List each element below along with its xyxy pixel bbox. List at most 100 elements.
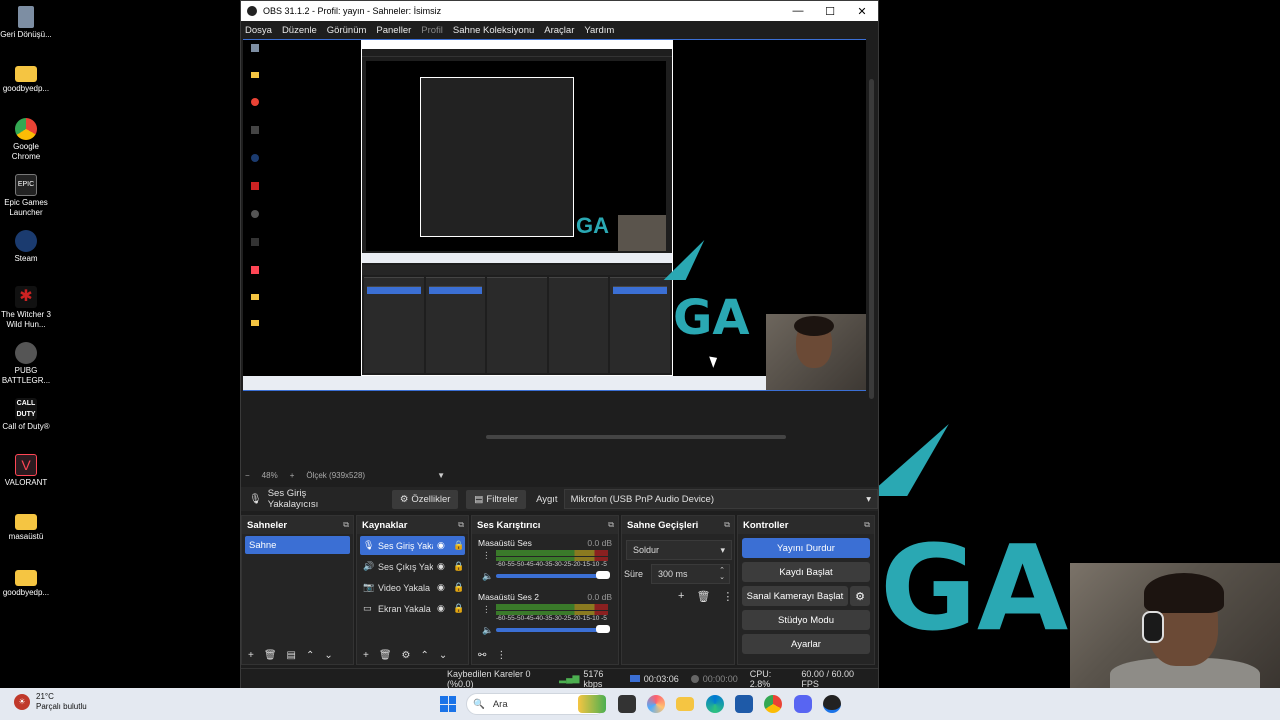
undock-icon[interactable]: ⧉ — [343, 520, 349, 530]
desktop-icon-pubg[interactable]: PUBG BATTLEGR... — [0, 342, 52, 386]
headphone-icon — [1142, 611, 1164, 643]
trash-icon[interactable]: 🗑 — [696, 590, 710, 603]
witcher-icon: ✱ — [15, 286, 37, 308]
undock-icon[interactable]: ⧉ — [458, 520, 464, 530]
scene-item[interactable]: Sahne — [245, 536, 350, 554]
lock-icon[interactable]: 🔒 — [453, 603, 465, 614]
more-icon[interactable]: ⋮ — [722, 590, 733, 603]
weather-widget[interactable]: ☀ 21°C Parçalı bulutlu — [14, 692, 87, 712]
taskbar-task-view-icon[interactable] — [618, 695, 636, 713]
undock-icon[interactable]: ⧉ — [724, 520, 730, 530]
taskbar-edge-icon[interactable] — [706, 695, 724, 713]
preview-horizontal-scrollbar[interactable] — [486, 435, 786, 439]
move-up-icon[interactable]: ⌃ — [421, 650, 429, 661]
start-record-button[interactable]: Kaydı Başlat — [742, 562, 870, 582]
preview-canvas[interactable]: GA GA — [243, 39, 866, 391]
taskbar-discord-icon[interactable] — [794, 695, 812, 713]
settings-button[interactable]: Ayarlar — [742, 634, 870, 654]
weather-condition: Parçalı bulutlu — [36, 702, 87, 711]
duration-stepper[interactable]: 300 ms ⌃ ⌄ — [651, 564, 730, 584]
source-item[interactable]: 🔊 Ses Çıkış Yaka ◉ 🔒 — [360, 557, 465, 576]
source-item[interactable]: ▭ Ekran Yakala ◉ 🔒 — [360, 599, 465, 618]
add-icon[interactable]: + — [678, 590, 684, 603]
add-icon[interactable]: + — [363, 650, 369, 661]
desktop-icon-folder-goodbyedp-2[interactable]: goodbyedp... — [0, 566, 52, 598]
desktop-icon-folder-goodbyedp[interactable]: goodbyedp... — [0, 62, 52, 94]
taskbar-store-icon[interactable] — [735, 695, 753, 713]
speaker-icon: 🔊 — [363, 561, 375, 571]
windows-start-icon[interactable] — [440, 696, 456, 712]
menu-duzenle[interactable]: Düzenle — [282, 25, 317, 36]
taskbar-chrome-icon[interactable] — [764, 695, 782, 713]
lock-icon[interactable]: 🔒 — [453, 561, 465, 572]
source-item[interactable]: 🎙 Ses Giriş Yaka ◉ 🔒 — [360, 536, 465, 555]
menu-sahne-koleksiyonu[interactable]: Sahne Koleksiyonu — [453, 25, 534, 36]
transition-select[interactable]: Soldur ▾ — [626, 540, 732, 560]
eye-icon[interactable]: ◉ — [437, 603, 449, 614]
volume-slider[interactable] — [496, 574, 608, 578]
desktop-icon-recycle-bin[interactable]: Geri Dönüşü... — [0, 6, 52, 40]
undock-icon[interactable]: ⧉ — [864, 520, 870, 530]
filters-button[interactable]: ▤ Filtreler — [466, 489, 527, 509]
desktop-icon-cod[interactable]: CALL DUTY Call of Duty® — [0, 398, 52, 432]
desktop-icon-epic[interactable]: EPIC Epic Games Launcher — [0, 174, 52, 218]
filter-icon[interactable]: ▤ — [287, 650, 296, 661]
transitions-title: Sahne Geçişleri — [627, 519, 699, 531]
lock-icon[interactable]: 🔒 — [453, 582, 465, 593]
lock-icon[interactable]: 🔒 — [453, 540, 465, 551]
selected-source-name: Ses Giriş Yakalayıcısı — [267, 488, 319, 510]
zoom-out-button[interactable]: − — [245, 471, 250, 480]
more-icon[interactable]: ⋮ — [496, 650, 506, 661]
menu-dosya[interactable]: Dosya — [245, 25, 272, 36]
desktop-icon-folder-masaustu[interactable]: masaüstü — [0, 510, 52, 542]
volume-icon[interactable]: 🔈 — [482, 571, 493, 582]
gear-icon[interactable]: ⚙ — [402, 650, 411, 661]
desktop-icon-witcher[interactable]: ✱ The Witcher 3 Wild Hun... — [0, 286, 52, 330]
desktop-icon-steam[interactable]: Steam — [0, 230, 52, 264]
zoom-bar: − 48% + Ölçek (939x528) ▼ — [245, 469, 445, 481]
eye-icon[interactable]: ◉ — [437, 561, 449, 572]
more-icon[interactable]: ⋮ — [482, 550, 491, 561]
virtual-camera-button[interactable]: Sanal Kamerayı Başlat — [742, 586, 848, 606]
eye-icon[interactable]: ◉ — [437, 540, 449, 551]
taskbar-widgets-icon[interactable] — [578, 695, 606, 713]
trash-icon[interactable]: 🗑 — [379, 650, 392, 661]
move-down-icon[interactable]: ⌄ — [324, 650, 332, 661]
more-icon[interactable]: ⋮ — [482, 604, 491, 615]
taskbar-copilot-icon[interactable] — [647, 695, 665, 713]
volume-slider[interactable] — [496, 628, 608, 632]
properties-button[interactable]: ⚙ Özellikler — [391, 489, 459, 509]
add-icon[interactable]: + — [248, 650, 254, 661]
maximize-icon[interactable]: ☐ — [814, 5, 846, 18]
move-up-icon[interactable]: ⌃ — [306, 650, 314, 661]
source-item[interactable]: 📷 Video Yakala ◉ 🔒 — [360, 578, 465, 597]
mouse-cursor-icon — [709, 354, 720, 368]
minimize-icon[interactable]: — — [782, 5, 814, 17]
zoom-in-button[interactable]: + — [290, 471, 295, 480]
taskbar-obs-icon[interactable] — [823, 695, 841, 713]
trash-icon[interactable]: 🗑 — [264, 650, 277, 661]
volume-slider-handle[interactable] — [596, 571, 610, 579]
menu-gorunum[interactable]: Görünüm — [327, 25, 367, 36]
taskbar-explorer-icon[interactable] — [676, 697, 694, 711]
close-icon[interactable]: ✕ — [846, 5, 878, 18]
menu-araclar[interactable]: Araçlar — [544, 25, 574, 36]
move-down-icon[interactable]: ⌄ — [439, 650, 447, 661]
title-bar[interactable]: OBS 31.1.2 - Profil: yayın - Sahneler: İ… — [241, 1, 878, 21]
desktop-icon-chrome[interactable]: Google Chrome — [0, 118, 52, 162]
menu-yardim[interactable]: Yardım — [584, 25, 614, 36]
stop-stream-button[interactable]: Yayını Durdur — [742, 538, 870, 558]
gear-icon[interactable]: ⚙ — [850, 586, 870, 606]
volume-slider-handle[interactable] — [596, 625, 610, 633]
link-icon[interactable]: ⚯ — [478, 650, 486, 661]
menu-paneller[interactable]: Paneller — [376, 25, 411, 36]
scale-dropdown-icon[interactable]: ▼ — [437, 471, 445, 480]
undock-icon[interactable]: ⧉ — [608, 520, 614, 530]
eye-icon[interactable]: ◉ — [437, 582, 449, 593]
desktop-icon-valorant[interactable]: V VALORANT — [0, 454, 52, 488]
menu-profil[interactable]: Profil — [421, 25, 443, 36]
studio-mode-button[interactable]: Stüdyo Modu — [742, 610, 870, 630]
device-select[interactable]: Mikrofon (USB PnP Audio Device) ▾ — [563, 489, 878, 509]
preview-vertical-scrollbar[interactable] — [869, 79, 874, 399]
volume-icon[interactable]: 🔈 — [482, 625, 493, 636]
